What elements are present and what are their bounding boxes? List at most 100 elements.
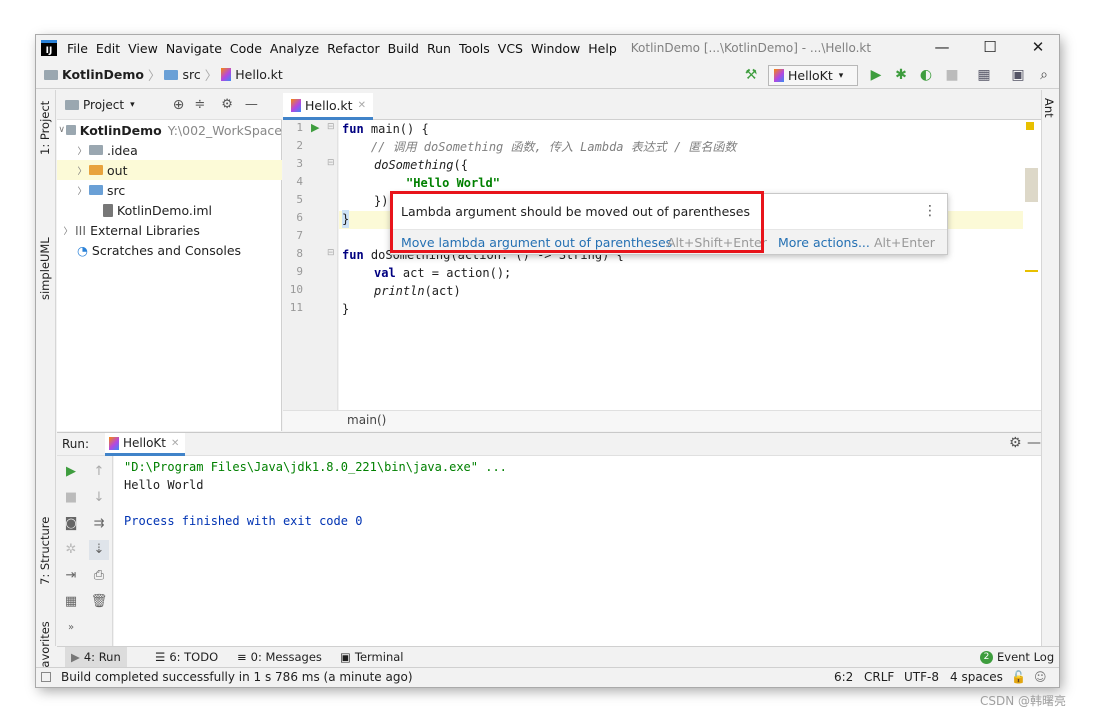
crumb-src[interactable]: src	[182, 67, 200, 82]
soft-wrap-icon[interactable]: ⇉	[89, 514, 109, 534]
presentation-icon[interactable]: ▣	[1008, 65, 1028, 85]
maximize-button[interactable]: ☐	[970, 38, 1010, 56]
editor-scrollbar[interactable]	[1023, 120, 1041, 430]
chevron-right-icon[interactable]: 〉	[61, 224, 75, 237]
crumb-file[interactable]: Hello.kt	[235, 67, 283, 82]
menu-item-window[interactable]: Window	[531, 41, 580, 56]
menu-item-analyze[interactable]: Analyze	[270, 41, 319, 56]
tree-item-scratches[interactable]: ◔ Scratches and Consoles	[57, 240, 282, 260]
menu-item-code[interactable]: Code	[230, 41, 262, 56]
chevron-right-icon[interactable]: 〉	[75, 184, 89, 197]
menu-item-run[interactable]: Run	[427, 41, 451, 56]
run-configuration-select[interactable]: HelloKt ▾	[768, 65, 858, 86]
chevron-right-icon: 〉	[204, 68, 218, 83]
collapse-all-icon[interactable]: ≑	[194, 97, 205, 112]
print-icon[interactable]: ⎙	[89, 566, 109, 586]
chevron-right-icon[interactable]: 〉	[75, 144, 89, 157]
more-icon[interactable]: »	[61, 618, 81, 638]
tab-hello-kt[interactable]: Hello.kt ✕	[283, 93, 373, 120]
arrow-down-icon[interactable]: ↓	[89, 488, 109, 508]
camera-icon[interactable]: ◙	[61, 514, 81, 534]
locate-icon[interactable]: ⊕	[173, 97, 185, 113]
lock-icon[interactable]: 🔓	[1011, 668, 1026, 686]
run-gutter-icon[interactable]: ▶	[311, 121, 319, 134]
minimize-button[interactable]: —	[922, 38, 962, 56]
project-structure-icon[interactable]: ▦	[974, 65, 994, 85]
file-encoding[interactable]: UTF-8	[904, 668, 939, 686]
close-tab-icon[interactable]: ✕	[171, 438, 179, 449]
more-actions-link[interactable]: More actions...	[778, 235, 870, 250]
gear-icon[interactable]: ⚙	[1009, 435, 1022, 451]
crumb-project[interactable]: KotlinDemo	[62, 67, 144, 82]
tree-item-src[interactable]: 〉 src	[57, 180, 282, 200]
close-tab-icon[interactable]: ✕	[358, 100, 366, 111]
chevron-down-icon[interactable]: ∨	[57, 125, 66, 135]
status-message[interactable]: Build completed successfully in 1 s 786 …	[61, 668, 413, 686]
fold-icon[interactable]: ⊟	[327, 248, 335, 258]
fold-icon[interactable]: ⊟	[327, 158, 335, 168]
arrow-up-icon[interactable]: ↑	[89, 462, 109, 482]
search-icon[interactable]: ⌕	[1034, 65, 1054, 85]
code-breadcrumb[interactable]: main()	[347, 413, 386, 427]
kotlin-file-icon	[221, 68, 232, 81]
scroll-to-end-icon[interactable]: ⇣	[89, 540, 109, 560]
run-icon[interactable]: ▶	[866, 65, 886, 85]
tree-item-iml[interactable]: KotlinDemo.iml	[57, 200, 282, 220]
chevron-right-icon[interactable]: 〉	[75, 164, 89, 177]
caret-position[interactable]: 6:2	[834, 668, 853, 686]
code-editor[interactable]: fun main() { // 调用 doSomething 函数, 传入 La…	[339, 120, 1023, 410]
tree-item-out[interactable]: 〉 out	[57, 160, 282, 180]
menu-item-help[interactable]: Help	[588, 41, 617, 56]
coverage-icon[interactable]: ◐	[916, 65, 936, 85]
project-view-select[interactable]: Project	[83, 98, 124, 112]
menu-item-tools[interactable]: Tools	[459, 41, 490, 56]
tool-windows-toggle-icon[interactable]	[41, 672, 51, 682]
tree-item-external-libraries[interactable]: 〉 ⅠⅠⅠ External Libraries	[57, 220, 282, 240]
tab-terminal[interactable]: ▣ Terminal	[340, 647, 403, 668]
chevron-down-icon[interactable]: ▾	[130, 100, 135, 110]
stop-icon[interactable]: ■	[61, 488, 81, 508]
trash-icon[interactable]: 🗑	[89, 592, 109, 612]
title-bar: IJ File Edit View Navigate Code Analyze Refact…	[36, 35, 1059, 61]
menu-item-vcs[interactable]: VCS	[498, 41, 523, 56]
tab-simpleuml[interactable]: simpleUML	[38, 237, 52, 300]
layout-icon[interactable]: ▦	[61, 592, 81, 612]
tab-run[interactable]: ▶ 4: Run	[65, 647, 127, 668]
run-console[interactable]: "D:\Program Files\Java\jdk1.8.0_221\bin\…	[114, 456, 1041, 646]
export-icon[interactable]: ⇥	[61, 566, 81, 586]
gear-icon[interactable]: ⚙	[221, 97, 233, 112]
menu-item-edit[interactable]: Edit	[96, 41, 120, 56]
scrollbar-thumb[interactable]	[1025, 168, 1038, 202]
warning-marker-icon[interactable]	[1026, 122, 1034, 130]
fold-icon[interactable]: ⊟	[327, 122, 335, 132]
tree-item-idea[interactable]: 〉 .idea	[57, 140, 282, 160]
build-hammer-icon[interactable]: ⚒	[741, 65, 761, 85]
menu-item-refactor[interactable]: Refactor	[327, 41, 379, 56]
menu-item-build[interactable]: Build	[388, 41, 419, 56]
settings-icon[interactable]: ✲	[61, 540, 81, 560]
more-vertical-icon[interactable]: ⋮	[923, 203, 937, 219]
indent-setting[interactable]: 4 spaces	[950, 668, 1003, 686]
stop-icon[interactable]: ■	[942, 65, 962, 85]
tab-structure[interactable]: 7: Structure	[38, 517, 52, 585]
menu-item-file[interactable]: File	[67, 41, 88, 56]
tab-ant[interactable]: Ant	[1042, 98, 1056, 118]
tab-messages[interactable]: ≡ 0: Messages	[237, 647, 322, 668]
line-separator[interactable]: CRLF	[864, 668, 894, 686]
debug-icon[interactable]: ✱	[891, 65, 911, 85]
tab-project[interactable]: 1: Project	[38, 101, 52, 155]
menu-item-navigate[interactable]: Navigate	[166, 41, 222, 56]
menu-item-view[interactable]: View	[128, 41, 158, 56]
code-text: ({	[453, 158, 468, 172]
hide-icon[interactable]: —	[245, 97, 258, 112]
hide-icon[interactable]: —	[1027, 435, 1041, 451]
rerun-icon[interactable]: ▶	[61, 462, 81, 482]
tree-root[interactable]: ∨ KotlinDemo Y:\002_WorkSpace	[57, 120, 282, 140]
tab-event-log[interactable]: 2 Event Log	[980, 647, 1054, 668]
run-tab-hellokt[interactable]: HelloKt ✕	[105, 433, 185, 456]
right-tool-strip: Ant	[1041, 90, 1059, 646]
inspector-icon[interactable]: ☺	[1034, 668, 1047, 686]
warning-stripe[interactable]	[1025, 270, 1038, 272]
tab-todo[interactable]: ☰ 6: TODO	[155, 647, 218, 668]
close-button[interactable]: ✕	[1018, 38, 1058, 56]
